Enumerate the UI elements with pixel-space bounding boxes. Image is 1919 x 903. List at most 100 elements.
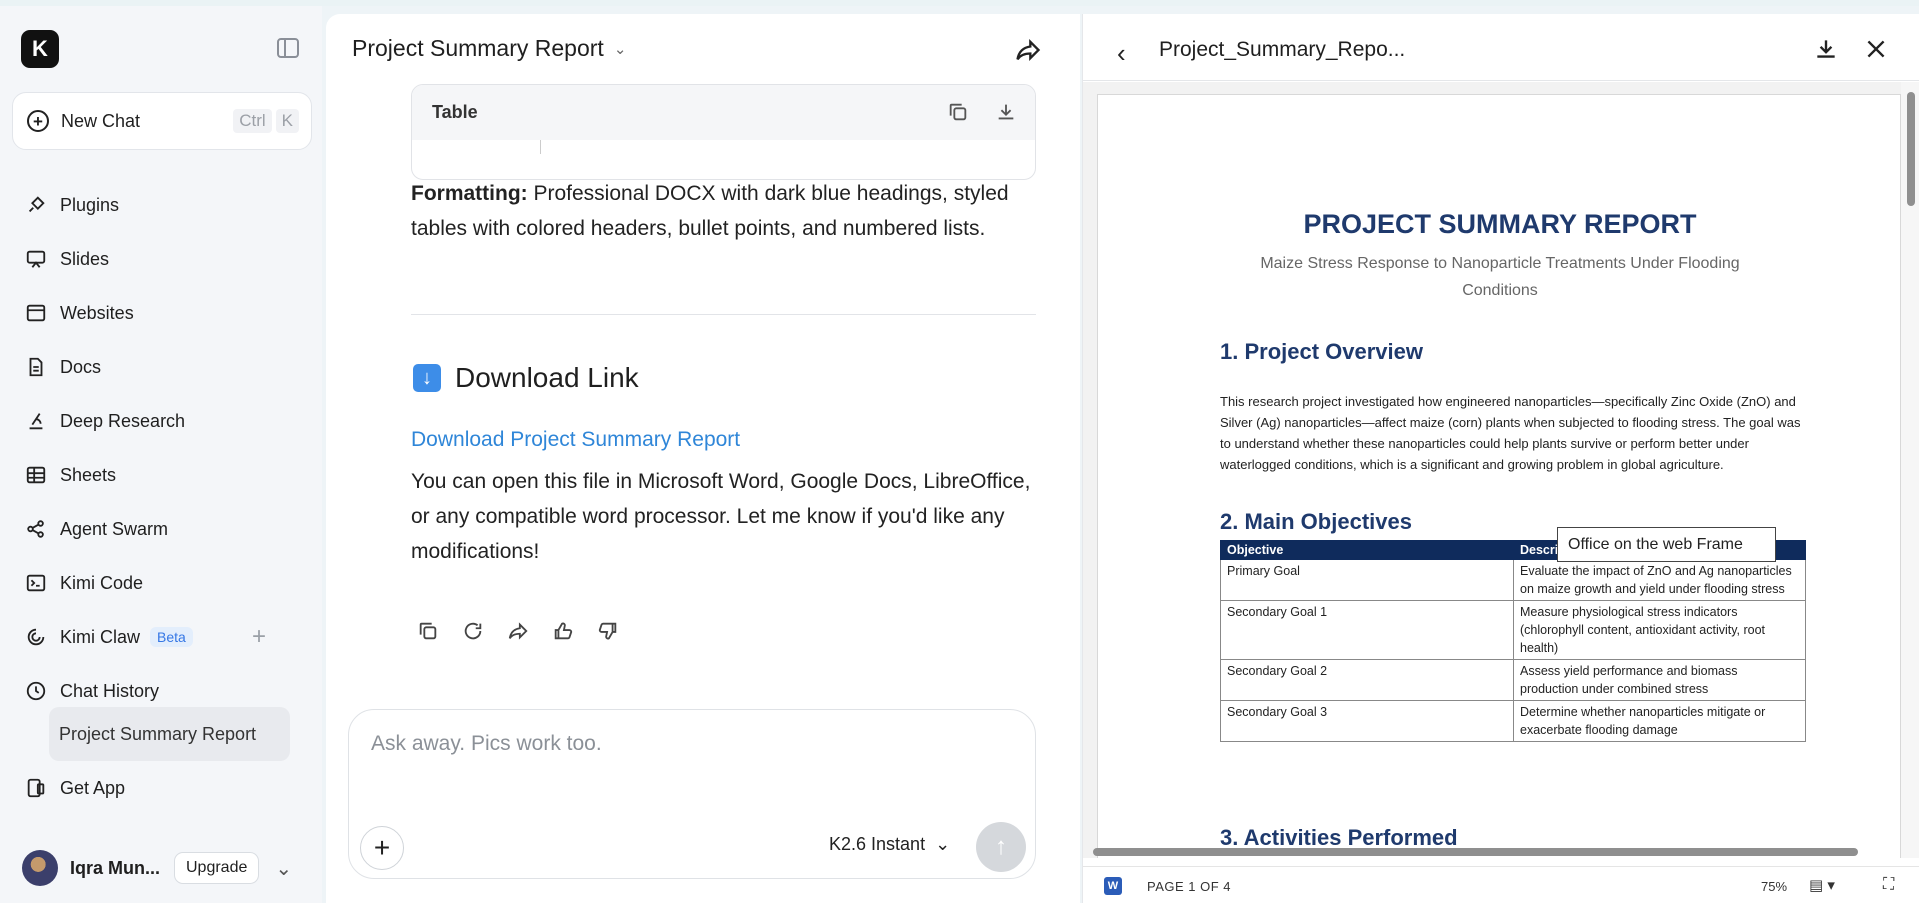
fullscreen-icon[interactable]: ⛶ bbox=[1883, 876, 1894, 894]
document-viewer[interactable]: PROJECT SUMMARY REPORT Maize Stress Resp… bbox=[1083, 82, 1919, 858]
sidebar-nav: Plugins Slides Websites Docs Deep Resear… bbox=[0, 178, 322, 718]
beta-badge: Beta bbox=[150, 627, 193, 647]
add-claw-icon[interactable]: + bbox=[252, 623, 266, 651]
close-icon[interactable] bbox=[1863, 36, 1891, 64]
sidebar-item-deep-research[interactable]: Deep Research bbox=[0, 394, 322, 448]
shortcut-key-ctrl: Ctrl bbox=[233, 109, 272, 133]
table-row: Primary Goal Evaluate the impact of ZnO … bbox=[1220, 559, 1806, 601]
sidebar-item-agent-swarm[interactable]: Agent Swarm bbox=[0, 502, 322, 556]
share-icon[interactable] bbox=[507, 620, 529, 642]
thumbs-down-icon[interactable] bbox=[597, 620, 619, 642]
kimi-logo[interactable]: K bbox=[21, 30, 59, 68]
objectives-table: Objective Descri Primary Goal Evaluate t… bbox=[1220, 540, 1806, 742]
sidebar-item-label: Websites bbox=[60, 302, 134, 323]
formatting-paragraph: Formatting: Professional DOCX with dark … bbox=[411, 176, 1041, 246]
chevron-down-icon: ⌄ bbox=[613, 40, 627, 58]
zoom-level[interactable]: 75% bbox=[1761, 879, 1787, 894]
chat-input-box[interactable]: Ask away. Pics work too. + K2.6 Instant … bbox=[348, 709, 1036, 879]
sidebar-toggle-icon[interactable] bbox=[277, 38, 299, 58]
preview-filename: Project_Summary_Repo... bbox=[1159, 38, 1406, 61]
new-chat-shortcut: Ctrl K bbox=[233, 109, 299, 133]
claw-icon bbox=[24, 625, 48, 649]
sidebar-item-label: Kimi Claw bbox=[60, 626, 141, 647]
history-item-project-summary[interactable]: Project Summary Report bbox=[49, 707, 290, 761]
doc-subtitle: Maize Stress Response to Nanoparticle Tr… bbox=[1260, 255, 1740, 299]
phone-icon bbox=[24, 776, 48, 800]
sidebar-item-label: Agent Swarm bbox=[60, 518, 169, 539]
sidebar: K + New Chat Ctrl K Plugins Slides Websi… bbox=[0, 6, 322, 903]
username[interactable]: Iqra Mun... bbox=[70, 858, 160, 879]
closing-paragraph: You can open this file in Microsoft Word… bbox=[411, 470, 1031, 563]
get-app-label: Get App bbox=[60, 777, 126, 798]
shortcut-key-k: K bbox=[275, 109, 299, 133]
sidebar-item-kimi-code[interactable]: Kimi Code bbox=[0, 556, 322, 610]
back-arrow-icon[interactable]: ‹ bbox=[1117, 38, 1126, 69]
copy-icon[interactable] bbox=[417, 620, 439, 642]
copy-icon[interactable] bbox=[947, 101, 969, 123]
table-cell: Primary Goal bbox=[1220, 559, 1514, 601]
sidebar-item-kimi-claw[interactable]: Kimi Claw Beta + bbox=[0, 610, 322, 664]
view-mode-icon[interactable]: ▤ ▾ bbox=[1809, 876, 1835, 894]
research-icon bbox=[24, 409, 48, 433]
download-icon[interactable] bbox=[995, 101, 1017, 123]
horizontal-scroll-thumb[interactable] bbox=[1093, 848, 1858, 856]
table-cell: Measure physiological stress indicators … bbox=[1513, 600, 1806, 660]
table-cell: Secondary Goal 2 bbox=[1220, 659, 1514, 701]
table-cell: Determine whether nanoparticles mitigate… bbox=[1513, 700, 1806, 742]
table-cell: Assess yield performance and biomass pro… bbox=[1513, 659, 1806, 701]
document-preview-panel: ‹ Project_Summary_Repo... PROJECT SUMMAR… bbox=[1082, 14, 1919, 903]
down-arrow-icon: ↓ bbox=[413, 364, 441, 392]
sidebar-item-label: Docs bbox=[60, 356, 102, 377]
table-divider bbox=[540, 140, 541, 154]
viewer-status-bar: W PAGE 1 OF 4 75% ▤ ▾ ⛶ bbox=[1083, 866, 1919, 903]
vertical-scrollbar[interactable] bbox=[1901, 82, 1919, 858]
sidebar-item-plugins[interactable]: Plugins bbox=[0, 178, 322, 232]
download-heading-text: Download Link bbox=[455, 362, 639, 393]
chat-panel: Project Summary Report ⌄ Table Formattin… bbox=[326, 14, 1080, 903]
doc-overview-text: This research project investigated how e… bbox=[1220, 394, 1801, 472]
terminal-icon bbox=[24, 571, 48, 595]
refresh-icon[interactable] bbox=[462, 620, 484, 642]
model-selector[interactable]: K2.6 Instant ⌄ bbox=[829, 834, 950, 855]
sidebar-item-docs[interactable]: Docs bbox=[0, 340, 322, 394]
chat-title[interactable]: Project Summary Report ⌄ bbox=[352, 35, 626, 62]
sidebar-item-label: Kimi Code bbox=[60, 572, 144, 593]
sidebar-item-sheets[interactable]: Sheets bbox=[0, 448, 322, 502]
section-divider bbox=[411, 314, 1036, 315]
table-cell: Evaluate the impact of ZnO and Ag nanopa… bbox=[1513, 559, 1806, 601]
table-artifact-card[interactable]: Table bbox=[411, 84, 1036, 180]
table-cell: Secondary Goal 3 bbox=[1220, 700, 1514, 742]
sidebar-item-label: Slides bbox=[60, 248, 110, 269]
plus-circle-icon: + bbox=[27, 110, 49, 132]
chevron-down-icon[interactable]: ⌄ bbox=[275, 856, 292, 881]
sidebar-item-label: Plugins bbox=[60, 194, 120, 215]
sidebar-item-slides[interactable]: Slides bbox=[0, 232, 322, 286]
horizontal-scrollbar[interactable] bbox=[1093, 848, 1893, 857]
user-profile: Iqra Mun... Upgrade ⌄ bbox=[22, 848, 312, 888]
frame-tooltip: Office on the web Frame bbox=[1557, 527, 1776, 562]
page-indicator: PAGE 1 OF 4 bbox=[1147, 879, 1232, 894]
download-icon[interactable] bbox=[1813, 36, 1841, 64]
document-page: PROJECT SUMMARY REPORT Maize Stress Resp… bbox=[1097, 94, 1901, 858]
send-button[interactable]: ↑ bbox=[976, 822, 1026, 872]
avatar[interactable] bbox=[22, 850, 58, 886]
upgrade-button[interactable]: Upgrade bbox=[174, 852, 260, 884]
preview-header-divider bbox=[1083, 80, 1919, 81]
sidebar-item-label: Sheets bbox=[60, 464, 117, 485]
word-icon: W bbox=[1104, 877, 1122, 895]
vertical-scroll-thumb[interactable] bbox=[1907, 92, 1915, 206]
message-actions bbox=[417, 620, 619, 642]
swarm-icon bbox=[24, 517, 48, 541]
get-app-link[interactable]: Get App bbox=[24, 776, 125, 800]
table-card-header: Table bbox=[412, 85, 1035, 140]
share-icon[interactable] bbox=[1014, 36, 1042, 64]
attach-button[interactable]: + bbox=[360, 826, 404, 870]
chat-input-placeholder[interactable]: Ask away. Pics work too. bbox=[371, 732, 602, 756]
sidebar-item-label: Chat History bbox=[60, 680, 160, 701]
clock-icon bbox=[24, 679, 48, 703]
thumbs-up-icon[interactable] bbox=[552, 620, 574, 642]
download-report-link[interactable]: Download Project Summary Report bbox=[411, 428, 740, 452]
new-chat-button[interactable]: + New Chat Ctrl K bbox=[12, 92, 312, 150]
sidebar-item-websites[interactable]: Websites bbox=[0, 286, 322, 340]
table-card-label: Table bbox=[432, 102, 478, 122]
